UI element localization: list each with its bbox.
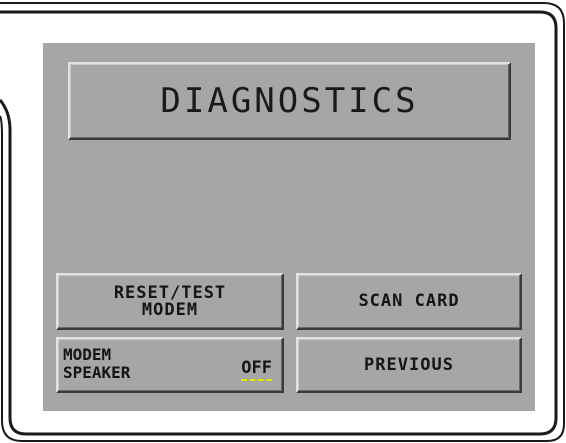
previous-button[interactable]: PREVIOUS xyxy=(296,337,522,393)
modem-speaker-label: MODEM SPEAKER xyxy=(63,346,130,382)
modem-speaker-label-line2: SPEAKER xyxy=(63,363,131,382)
scan-card-label: SCAN CARD xyxy=(358,291,460,311)
scan-card-button[interactable]: SCAN CARD xyxy=(296,273,522,330)
page-title: DIAGNOSTICS xyxy=(160,81,419,121)
reset-test-modem-label-line1: RESET/TEST xyxy=(113,282,227,303)
modem-speaker-toggle[interactable]: MODEM SPEAKER OFF xyxy=(56,337,284,393)
title-panel: DIAGNOSTICS xyxy=(68,62,511,140)
reset-test-modem-label-line2: MODEM xyxy=(141,299,199,320)
atm-screen-frame: DIAGNOSTICS RESET/TEST MODEM SCAN CARD M… xyxy=(0,0,566,443)
reset-test-modem-button[interactable]: RESET/TEST MODEM xyxy=(56,273,284,330)
reset-test-modem-label: RESET/TEST MODEM xyxy=(113,282,227,320)
modem-speaker-label-line1: MODEM xyxy=(63,345,112,364)
modem-speaker-state-value: OFF xyxy=(241,358,272,378)
modem-speaker-state: OFF xyxy=(241,358,272,381)
state-underline xyxy=(241,379,272,381)
previous-label: PREVIOUS xyxy=(364,354,454,375)
